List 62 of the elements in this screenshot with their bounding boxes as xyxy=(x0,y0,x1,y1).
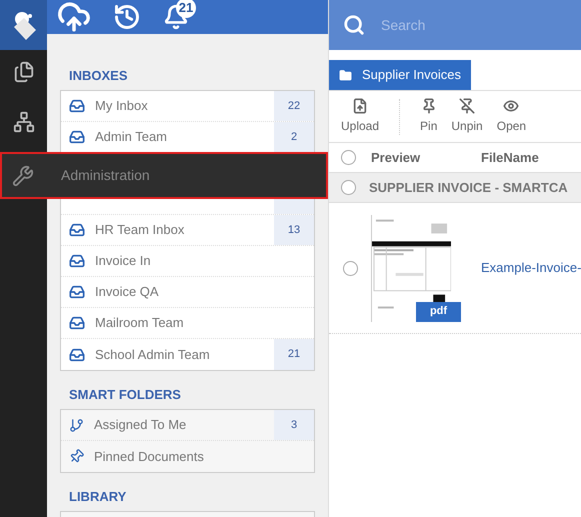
folder-item[interactable]: HR Team Inbox 13 xyxy=(61,215,314,246)
folder-item[interactable]: My Inbox 22 xyxy=(61,91,314,122)
folder-item[interactable]: Assigned To Me 3 xyxy=(61,410,314,441)
inbox-icon xyxy=(69,346,85,362)
folder-label: Admin Team xyxy=(95,128,168,146)
inbox-icon xyxy=(69,253,85,269)
pin-icon xyxy=(420,98,437,114)
cloud-upload-icon[interactable] xyxy=(57,0,91,34)
section-heading: INBOXES xyxy=(68,67,129,85)
radio-button[interactable] xyxy=(341,180,356,195)
toolbar-button[interactable]: Unpin xyxy=(447,98,487,135)
folder-label: Invoice QA xyxy=(95,283,159,302)
eye-icon xyxy=(503,98,520,114)
folder-item[interactable]: Invoice In xyxy=(61,246,314,277)
folder-icon xyxy=(339,68,352,82)
documents-icon[interactable] xyxy=(12,61,34,83)
inbox-icon xyxy=(69,222,85,238)
logo-icon[interactable] xyxy=(0,0,47,50)
column-header[interactable]: Preview xyxy=(371,148,481,168)
item-count: 13 xyxy=(274,215,314,245)
folder-item[interactable]: School Admin Team 21 xyxy=(61,339,314,370)
file-link[interactable]: Example-Invoice- xyxy=(481,258,581,278)
branch-icon xyxy=(69,418,84,432)
folder-label: Pinned Documents xyxy=(94,448,204,466)
item-count: 21 xyxy=(274,339,314,370)
inbox-icon xyxy=(69,98,85,114)
wrench-icon xyxy=(12,164,34,186)
inbox-icon xyxy=(69,129,85,145)
radio-button[interactable] xyxy=(341,150,356,165)
folder-tab[interactable]: Supplier Invoices xyxy=(329,60,471,90)
file-type-badge: pdf xyxy=(416,302,461,322)
upload-file-icon xyxy=(352,98,368,114)
menu-label: Administration xyxy=(61,166,150,185)
history-icon[interactable] xyxy=(113,3,141,31)
folder-label: Assigned To Me xyxy=(94,416,186,434)
hierarchy-icon[interactable] xyxy=(12,111,34,133)
unpin-icon xyxy=(459,98,476,114)
administration-flyout-menu[interactable]: Administration xyxy=(0,152,328,199)
folder-item[interactable]: Invoice QA xyxy=(61,277,314,308)
search-input[interactable]: Search xyxy=(381,14,561,36)
search-field[interactable]: Search xyxy=(329,0,581,50)
radio-button[interactable] xyxy=(343,260,358,276)
item-count: 3 xyxy=(274,410,314,440)
folder-label: My Inbox xyxy=(95,97,148,116)
folder-label: Invoice In xyxy=(95,252,151,270)
item-count: 22 xyxy=(274,91,314,121)
group-label: SUPPLIER INVOICE - SMARTCA xyxy=(369,178,568,197)
section-heading: SMART FOLDERS xyxy=(68,386,182,404)
section-heading: LIBRARY xyxy=(68,488,128,506)
folder-label: Mailroom Team xyxy=(95,314,184,332)
toolbar-button[interactable]: Pin xyxy=(416,98,442,135)
search-icon[interactable] xyxy=(343,14,365,36)
folder-label: School Admin Team xyxy=(95,346,210,364)
item-count: 2 xyxy=(274,122,314,152)
column-header[interactable]: FileName xyxy=(481,148,539,168)
folder-label: HR Team Inbox xyxy=(95,221,184,240)
notification-badge: 21 xyxy=(176,0,196,18)
inbox-icon xyxy=(69,315,85,331)
folder-item[interactable]: Pinned Documents xyxy=(61,441,314,472)
toolbar-button[interactable]: Open xyxy=(492,98,530,135)
inbox-icon xyxy=(69,284,85,300)
toolbar-button[interactable]: Upload xyxy=(337,98,384,135)
